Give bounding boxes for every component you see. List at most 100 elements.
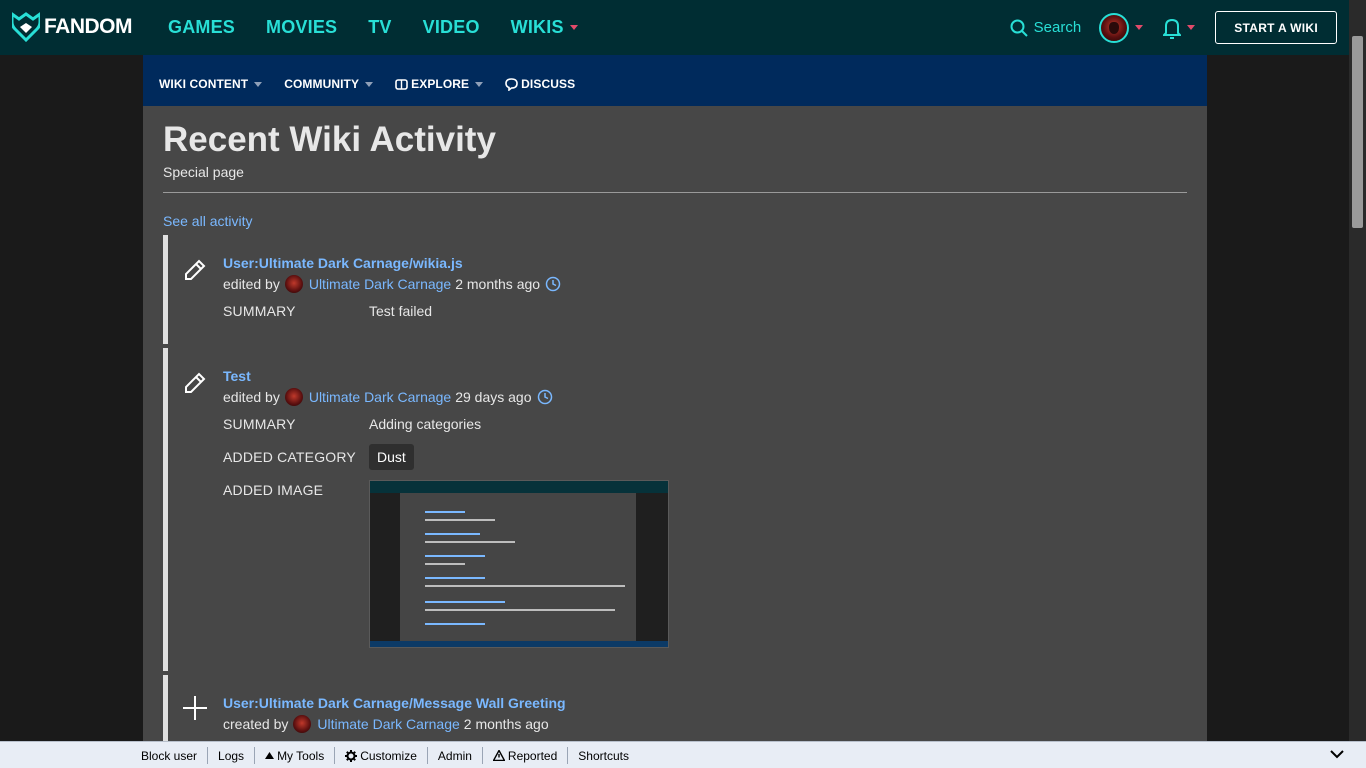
chevron-down-icon [475, 81, 484, 87]
page-scrollbar[interactable] [1349, 0, 1366, 741]
activity-meta: edited by Ultimate Dark Carnage 29 days … [223, 388, 553, 406]
global-nav-right: Search START A WIKI [1010, 0, 1337, 55]
thumbnail-line [425, 555, 485, 557]
user-link[interactable]: Ultimate Dark Carnage [309, 389, 451, 405]
chevron-down-icon [254, 81, 263, 87]
nav-games[interactable]: GAMES [168, 17, 235, 38]
wiki-nav-explore[interactable]: EXPLORE [395, 77, 484, 91]
global-nav-links: GAMES MOVIES TV VIDEO WIKIS [168, 0, 609, 55]
notifications-chevron-icon[interactable] [1187, 25, 1196, 30]
nav-video[interactable]: VIDEO [423, 17, 480, 38]
thumbnail-line [425, 533, 480, 535]
thumbnail-line [425, 563, 465, 565]
pencil-icon [185, 372, 206, 393]
thumbnail-panel [400, 493, 636, 643]
summary-label: SUMMARY [223, 303, 296, 319]
wiki-nav-label: DISCUSS [521, 77, 576, 91]
divider [163, 192, 1187, 193]
fandom-logo[interactable]: FANDOM [12, 12, 133, 42]
page-subtitle: Special page [163, 164, 244, 180]
added-category-label: ADDED CATEGORY [223, 449, 356, 465]
activity-title-link[interactable]: User:Ultimate Dark Carnage/Message Wall … [223, 695, 566, 711]
notification-bell-icon[interactable] [1163, 17, 1182, 39]
search-icon [1010, 19, 1028, 37]
thumbnail-line [425, 601, 505, 603]
wiki-nav-community[interactable]: COMMUNITY [284, 77, 374, 91]
activity-action: edited by [223, 389, 280, 405]
user-menu-chevron-icon[interactable] [1135, 25, 1144, 30]
thumbnail-line [425, 519, 495, 521]
toolbar-reported[interactable]: Reported [483, 747, 569, 764]
toolbar-shortcuts[interactable]: Shortcuts [568, 747, 639, 764]
start-a-wiki-button[interactable]: START A WIKI [1215, 11, 1337, 44]
nav-movies[interactable]: MOVIES [266, 17, 337, 38]
wiki-nav-label: COMMUNITY [284, 77, 360, 91]
summary-value: Test failed [369, 303, 433, 319]
pencil-icon [185, 259, 206, 280]
global-navigation: FANDOM GAMES MOVIES TV VIDEO WIKIS Searc… [0, 0, 1366, 55]
wiki-nav-wiki-content[interactable]: WIKI CONTENT [159, 77, 263, 91]
plus-icon [183, 696, 207, 720]
thumbnail-line [425, 541, 515, 543]
warning-icon [492, 750, 505, 761]
activity-title-link[interactable]: Test [223, 368, 251, 384]
scrollbar-thumb[interactable] [1352, 36, 1363, 228]
toolbar-label: My Tools [277, 748, 325, 763]
avatar[interactable] [293, 715, 312, 733]
wiki-nav-label: WIKI CONTENT [159, 77, 249, 91]
added-image-thumbnail[interactable] [369, 480, 669, 648]
clock-icon[interactable] [537, 389, 553, 405]
thumbnail-line [425, 511, 465, 513]
chevron-down-icon[interactable] [1330, 749, 1344, 759]
toolbar-customize[interactable]: Customize [335, 747, 428, 764]
avatar[interactable] [284, 388, 303, 406]
category-chip[interactable]: Dust [369, 444, 414, 470]
thumbnail-line [425, 577, 485, 579]
nav-tv[interactable]: TV [368, 17, 391, 38]
chevron-down-icon [569, 25, 578, 30]
user-avatar[interactable] [1099, 12, 1130, 43]
avatar[interactable] [284, 275, 303, 293]
activity-item: User:Ultimate Dark Carnage/wikia.js edit… [163, 235, 1187, 344]
wiki-navigation: WIKI CONTENT COMMUNITY EXPLORE DISCUSS [159, 77, 597, 91]
explore-icon [395, 78, 408, 90]
see-all-activity-link[interactable]: See all activity [163, 213, 252, 229]
fandom-heart-icon [12, 12, 40, 42]
search-button[interactable]: Search [1010, 19, 1082, 37]
thumbnail-line [425, 585, 625, 587]
community-header: WIKI CONTENT COMMUNITY EXPLORE DISCUSS [143, 55, 1207, 106]
logo-text: FANDOM [44, 15, 133, 38]
toolbar-admin[interactable]: Admin [428, 747, 483, 764]
wiki-nav-discuss[interactable]: DISCUSS [505, 77, 575, 91]
toolbar-logs[interactable]: Logs [208, 747, 256, 764]
activity-meta: created by Ultimate Dark Carnage 2 month… [223, 715, 549, 733]
added-image-label: ADDED IMAGE [223, 482, 324, 498]
triangle-up-icon [265, 752, 275, 759]
main-content: Recent Wiki Activity Special page See al… [143, 106, 1207, 768]
wiki-nav-label: EXPLORE [411, 77, 470, 91]
activity-title-link[interactable]: User:Ultimate Dark Carnage/wikia.js [223, 255, 463, 271]
summary-label: SUMMARY [223, 416, 296, 432]
thumbnail-line [425, 609, 615, 611]
search-label: Search [1033, 19, 1082, 36]
user-link[interactable]: Ultimate Dark Carnage [317, 716, 459, 732]
toolbar-label: Reported [507, 748, 558, 763]
thumbnail-line [425, 623, 485, 625]
chevron-down-icon [365, 81, 374, 87]
clock-icon[interactable] [545, 276, 561, 292]
activity-action: edited by [223, 276, 280, 292]
activity-time: 29 days ago [455, 389, 532, 405]
activity-item: Test edited by Ultimate Dark Carnage 29 … [163, 348, 1187, 671]
toolbar-block-user[interactable]: Block user [131, 747, 209, 764]
thumbnail-footer [370, 641, 668, 647]
nav-wikis[interactable]: WIKIS [511, 17, 578, 38]
user-link[interactable]: Ultimate Dark Carnage [309, 276, 451, 292]
discuss-icon [505, 77, 518, 91]
toolbar-items: Block user Logs My Tools Customize Admin [131, 742, 639, 768]
thumbnail-header [370, 481, 668, 493]
toolbar-label: Customize [360, 748, 417, 763]
activity-action: created by [223, 716, 289, 732]
toolbar-my-tools[interactable]: My Tools [255, 747, 336, 764]
gear-icon [345, 749, 358, 762]
activity-meta: edited by Ultimate Dark Carnage 2 months… [223, 275, 561, 293]
